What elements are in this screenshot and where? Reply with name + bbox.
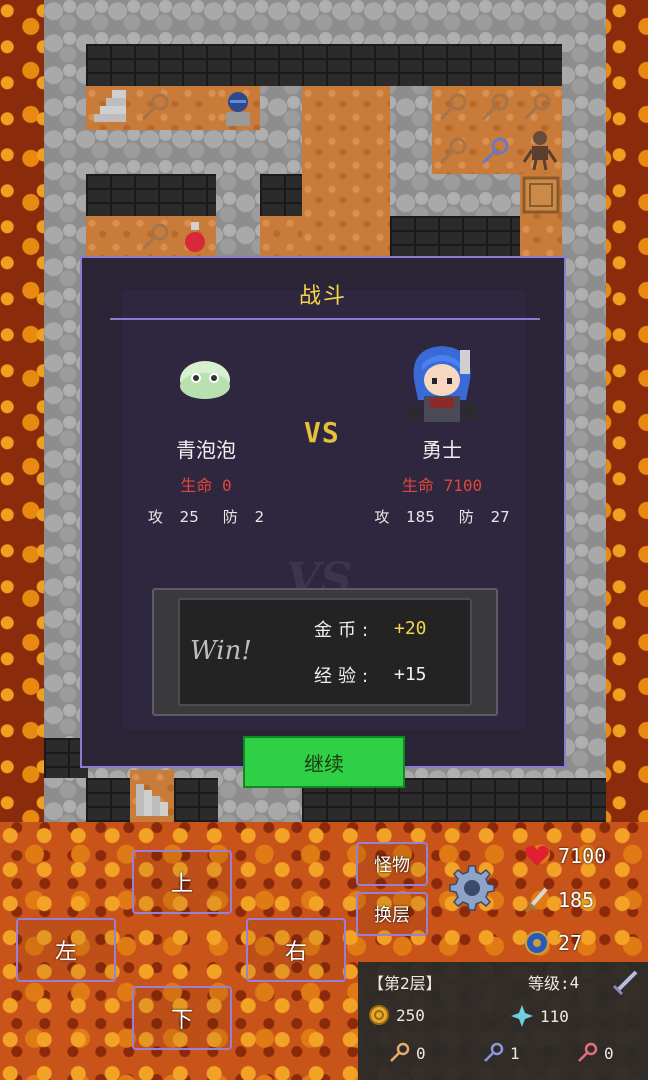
brick-wall: [86, 174, 216, 216]
gear-icon[interactable]: [448, 864, 496, 912]
red-key-value: 0: [604, 1043, 614, 1063]
exp-counter: 110: [510, 1004, 569, 1028]
battle-result-inner: Win! 金币: +20 经验: +15: [178, 598, 472, 706]
blue-key-counter: 1: [482, 1042, 520, 1064]
hero-def-value: 27: [490, 508, 510, 526]
hero-hp-label: 生命: [401, 476, 434, 495]
status-panel: 【第2层】 等级: 4 250 110 0 1 0: [358, 962, 648, 1080]
heart-icon: [525, 845, 549, 866]
brick-wall: [86, 44, 562, 86]
green-slime-monster-icon: [180, 361, 230, 399]
dpad-down-button[interactable]: 下: [132, 986, 232, 1050]
vs-label: VS: [304, 416, 340, 449]
shield-icon: [525, 931, 549, 955]
hero-def-stat-value: 27: [558, 931, 583, 955]
red-key-counter: 0: [576, 1042, 614, 1064]
monster-def-label: 防: [222, 508, 238, 526]
hero-atk-stat-value: 185: [558, 888, 595, 912]
hero-atk-stat: 185: [524, 886, 594, 914]
gold-reward-label: 金币:: [314, 620, 375, 641]
hero-hp: 生命 7100: [362, 472, 522, 496]
monster-name: 青泡泡: [176, 438, 236, 462]
hero-hp-stat-value: 7100: [558, 844, 607, 868]
level-value: 4: [569, 972, 580, 992]
hero-def-stat: 27: [524, 930, 582, 956]
continue-button[interactable]: 继续: [243, 736, 405, 788]
yellow-key-counter: 0: [388, 1042, 426, 1064]
blue-key-icon: [484, 1042, 504, 1062]
monster-book-button[interactable]: 怪物: [356, 842, 428, 886]
skeleton-monster-icon: [522, 131, 558, 171]
floor-indicator: 【第2层】: [368, 974, 442, 993]
blue-key-icon: [481, 137, 509, 165]
stairs-down-icon: [136, 784, 168, 816]
hero-hp-stat: 7100: [524, 844, 606, 868]
yellow-key-icon: [390, 1042, 410, 1062]
gold-counter: 250: [368, 1004, 425, 1026]
brick-wall: [260, 174, 302, 216]
dpad-up-button[interactable]: 上: [132, 850, 232, 914]
level-indicator: 等级: 4: [528, 970, 579, 994]
floor-tile: [302, 86, 390, 256]
title-divider: [110, 318, 540, 320]
hero-name: 勇士: [422, 438, 462, 462]
battle-dialog: 战斗 青泡泡 生命 0 攻 25 防 2 VS 勇士 生命 7100 攻 185 防…: [80, 256, 566, 768]
monster-hp-label: 生命: [180, 476, 213, 495]
monster-hp-value: 0: [222, 476, 232, 495]
yellow-key-value: 0: [416, 1043, 426, 1063]
yellow-key-icon: [439, 93, 467, 121]
level-label: 等级:: [528, 974, 570, 993]
monster-hp: 生命 0: [126, 472, 286, 496]
exp-gem-icon: [511, 1005, 533, 1027]
blue-key-value: 1: [510, 1043, 520, 1063]
sword-icon: [524, 887, 548, 914]
hero-portrait-icon: [408, 346, 476, 422]
gold-value: 250: [396, 1005, 425, 1025]
hero-stats: 攻 185 防 27: [352, 506, 532, 527]
gold-reward-value: +20: [394, 618, 427, 639]
hero-atk-value: 185: [406, 508, 435, 526]
yellow-key-icon: [141, 223, 169, 251]
dpad-left-button[interactable]: 左: [16, 918, 116, 982]
red-potion-icon: [185, 222, 205, 252]
exp-value: 110: [540, 1006, 569, 1026]
sword-tool-icon[interactable]: [610, 968, 640, 998]
red-key-icon: [578, 1042, 598, 1062]
exp-reward-label: 经验:: [314, 666, 375, 687]
exp-reward-value: +15: [394, 664, 427, 685]
dialog-title: 战斗: [298, 284, 347, 309]
shop-altar-icon: [226, 92, 250, 126]
battle-result-box: Win! 金币: +20 经验: +15: [152, 588, 498, 716]
monster-def-value: 2: [254, 508, 265, 526]
monster-atk-label: 攻: [147, 508, 163, 526]
yellow-key-icon: [481, 93, 509, 121]
change-floor-button[interactable]: 换层: [356, 892, 428, 936]
brick-wall: [390, 216, 520, 256]
hero-hp-value: 7100: [443, 476, 483, 495]
floor-tile: [260, 216, 302, 256]
stairs-icon: [94, 90, 126, 122]
monster-atk-value: 25: [179, 508, 199, 526]
yellow-key-icon: [141, 93, 169, 121]
win-text: Win!: [190, 636, 252, 666]
monster-stats: 攻 25 防 2: [116, 506, 296, 527]
hero-atk-label: 攻: [374, 508, 390, 526]
brick-wall: [174, 778, 218, 822]
door-icon: [522, 176, 560, 214]
brick-wall: [86, 778, 130, 822]
yellow-key-icon: [523, 93, 551, 121]
yellow-key-icon: [439, 137, 467, 165]
coin-icon: [369, 1005, 389, 1025]
hero-def-label: 防: [458, 508, 474, 526]
dpad-right-button[interactable]: 右: [246, 918, 346, 982]
